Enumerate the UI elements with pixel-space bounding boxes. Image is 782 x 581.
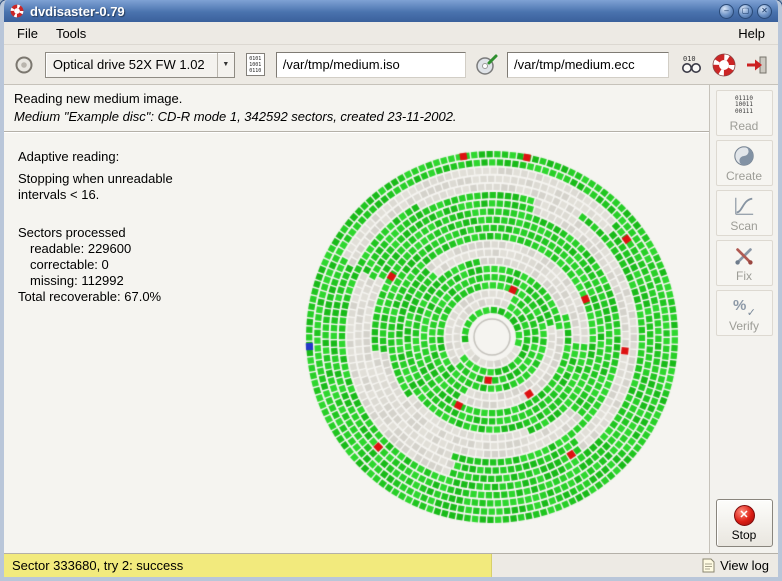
image-file-glyph: 0101 1001 0110 [249, 56, 261, 74]
glasses-binary-icon: 010 [679, 53, 703, 77]
scan-icon [733, 194, 755, 218]
readable-label: readable: [30, 241, 84, 256]
image-file-icon: 0101 1001 0110 [243, 52, 268, 78]
reading-panel: Adaptive reading: Stopping when unreadab… [4, 133, 709, 553]
close-button[interactable]: ✕ [757, 4, 772, 19]
content-area: Reading new medium image. Medium "Exampl… [4, 85, 778, 553]
sectors-heading: Sectors processed [18, 225, 173, 241]
correctable-value: 0 [102, 257, 109, 272]
verify-icon: % ✓ [733, 294, 755, 318]
drive-icon [12, 52, 37, 78]
total-recoverable: Total recoverable: 67.0% [18, 289, 173, 305]
sidebar: 01110 10011 00111 Read Create [709, 85, 778, 553]
drive-selector-value: Optical drive 52X FW 1.02 [46, 57, 217, 72]
verify-label: Verify [729, 319, 759, 333]
maximize-button[interactable]: ▢ [738, 4, 753, 19]
app-icon [10, 4, 24, 18]
message-line-2: Medium "Example disc": CD-R mode 1, 3425… [14, 109, 699, 124]
correctable-row: correctable: 0 [18, 257, 173, 273]
fix-label: Fix [736, 269, 752, 283]
missing-row: missing: 112992 [18, 273, 173, 289]
disc-spiral-visualization [292, 137, 692, 537]
stop-label: Stop [732, 528, 757, 542]
menubar: File Tools Help [4, 22, 778, 45]
view-log-label: View log [720, 558, 769, 573]
read-button[interactable]: 01110 10011 00111 Read [716, 90, 773, 136]
read-icon: 01110 10011 00111 [735, 94, 753, 118]
menu-item-help[interactable]: Help [729, 24, 774, 43]
fix-icon [733, 244, 755, 268]
menu-item-tools[interactable]: Tools [47, 24, 95, 43]
create-button[interactable]: Create [716, 140, 773, 186]
view-log-button[interactable]: View log [693, 558, 778, 573]
create-label: Create [726, 169, 762, 183]
drive-selector[interactable]: Optical drive 52X FW 1.02 ▼ [45, 52, 235, 78]
correctable-label: correctable: [30, 257, 98, 272]
scan-button[interactable]: Scan [716, 190, 773, 236]
minimize-button[interactable]: – [719, 4, 734, 19]
stop-icon: ✕ [734, 505, 755, 526]
chevron-down-icon: ▼ [217, 53, 234, 77]
statusbar: Sector 333680, try 2: success View log [4, 553, 778, 577]
toolbar: Optical drive 52X FW 1.02 ▼ 0101 1001 01… [4, 45, 778, 85]
menu-item-file[interactable]: File [8, 24, 47, 43]
total-value: 67.0% [124, 289, 161, 304]
verify-button[interactable]: % ✓ Verify [716, 290, 773, 336]
adaptive-reading-heading: Adaptive reading: [18, 149, 173, 165]
app-window: dvdisaster-0.79 – ▢ ✕ File Tools Help Op… [0, 0, 782, 581]
missing-label: missing: [30, 273, 78, 288]
image-file-input[interactable] [276, 52, 466, 78]
window-title: dvdisaster-0.79 [30, 4, 125, 19]
svg-text:010: 010 [683, 55, 696, 63]
missing-value: 112992 [81, 273, 123, 288]
fix-button[interactable]: Fix [716, 240, 773, 286]
lifebuoy-icon [712, 53, 736, 77]
ecc-file-input[interactable] [507, 52, 669, 78]
readable-value: 229600 [88, 241, 131, 256]
create-icon [733, 144, 755, 168]
readable-row: readable: 229600 [18, 241, 173, 257]
titlebar[interactable]: dvdisaster-0.79 – ▢ ✕ [4, 0, 778, 22]
message-line-1: Reading new medium image. [14, 91, 699, 106]
stop-button[interactable]: ✕ Stop [716, 499, 773, 547]
total-label: Total recoverable: [18, 289, 121, 304]
help-button[interactable] [710, 51, 737, 78]
read-label: Read [730, 119, 759, 133]
quit-icon [745, 53, 769, 77]
reading-note-line1: Stopping when unreadable [18, 171, 173, 187]
reading-note-line2: intervals < 16. [18, 187, 173, 203]
log-icon [702, 558, 715, 573]
preferences-button[interactable]: 010 [677, 51, 704, 78]
quit-button[interactable] [743, 51, 770, 78]
ecc-file-icon [474, 52, 499, 78]
status-message: Sector 333680, try 2: success [4, 554, 492, 577]
message-area: Reading new medium image. Medium "Exampl… [4, 85, 709, 131]
scan-label: Scan [730, 219, 757, 233]
